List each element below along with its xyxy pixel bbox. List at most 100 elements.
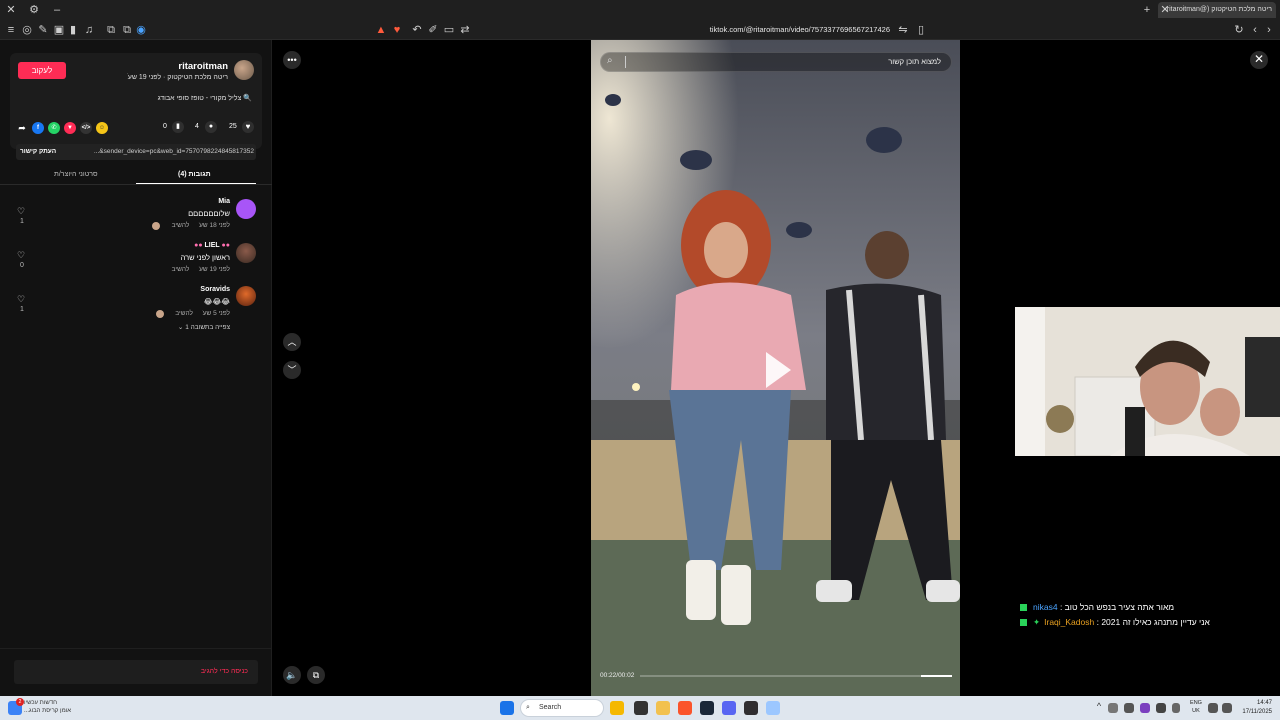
volume-icon[interactable]: [1222, 703, 1232, 713]
comment-avatar[interactable]: [236, 199, 256, 219]
comment-text: 😂😂😂: [203, 297, 230, 306]
comment-author[interactable]: Soravids: [200, 286, 230, 293]
follow-button[interactable]: לעקוב: [18, 62, 66, 79]
sidebar-icon[interactable]: ▮: [66, 23, 80, 37]
comment-item: ●● LIEL ●● ראשון לפני שרה לפני 19 שעׁ לה…: [0, 242, 272, 286]
pen-icon[interactable]: ✐: [426, 23, 440, 37]
bookmark-icon[interactable]: ▯: [914, 23, 928, 37]
forward-icon[interactable]: ›: [1262, 23, 1276, 37]
share-url-icon[interactable]: ⇋: [896, 23, 910, 37]
left-panel: לעקוב ritaroitman ריטה מלכת הטיקטוק · לפ…: [0, 40, 272, 696]
music-label[interactable]: 🔍 צליל מקורי - טופז סופי אבודג: [158, 94, 252, 102]
comment-text: שלוםםםםםם: [188, 209, 230, 218]
tray-chevron-icon[interactable]: ^: [1092, 701, 1106, 715]
comment-avatar[interactable]: [236, 243, 256, 263]
reply-link[interactable]: להשיב: [175, 310, 193, 317]
reload-icon[interactable]: ↻: [1232, 23, 1246, 37]
task-view-icon[interactable]: [634, 701, 648, 715]
comment-avatar[interactable]: [236, 286, 256, 306]
wifi-icon[interactable]: [1208, 703, 1218, 713]
tabs-icon[interactable]: ⧉: [104, 23, 118, 37]
app-icon[interactable]: [766, 701, 780, 715]
share-arrow-icon[interactable]: ➦: [16, 122, 28, 134]
location-icon[interactable]: ◎: [20, 23, 34, 37]
next-video-button[interactable]: ﹀: [283, 361, 301, 379]
language-indicator[interactable]: ENG UK: [1189, 699, 1203, 715]
clock[interactable]: 14:47 17/11/2025: [1236, 699, 1272, 717]
screen-icon[interactable]: ▭: [442, 23, 456, 37]
coin-icon[interactable]: ☺: [96, 122, 108, 134]
back-icon[interactable]: ‹: [1248, 23, 1262, 37]
whatsapp-icon[interactable]: ✆: [48, 122, 60, 134]
reply-link[interactable]: להשיב: [172, 266, 190, 273]
comment-like-icon[interactable]: ♡: [17, 250, 25, 261]
shield-icon[interactable]: ▲: [374, 23, 388, 37]
author-avatar[interactable]: [234, 60, 254, 80]
music-icon[interactable]: ♫: [82, 23, 96, 37]
chat-username[interactable]: nikas4: [1033, 602, 1058, 612]
file-explorer-icon[interactable]: [656, 701, 670, 715]
comment-login-prompt[interactable]: כניסה כדי להגיב: [201, 660, 248, 684]
previous-video-button[interactable]: ︿: [283, 333, 301, 351]
chevron-down-icon: ⌄: [177, 324, 184, 331]
address-bar[interactable]: tiktok.com/@ritaroitman/video/7573377696…: [600, 24, 890, 36]
save-icon[interactable]: ▮: [172, 121, 184, 133]
comment-icon[interactable]: ●: [205, 121, 217, 133]
facebook-icon[interactable]: f: [32, 122, 44, 134]
comment-input[interactable]: כניסה כדי להגיב: [14, 660, 258, 684]
taskbar-search[interactable]: ⌕ Search: [520, 699, 604, 717]
webcam-overlay: [1015, 307, 1280, 456]
brave-browser-icon[interactable]: [678, 701, 692, 715]
browser-toolbar: ✕ ⚙ – + ריטה מלכת הטיקטוק (@ritaroitman …: [0, 0, 1280, 40]
tray-icon[interactable]: [1140, 703, 1150, 713]
comment-like-icon[interactable]: ♡: [17, 294, 25, 305]
comment-like-icon[interactable]: ♡: [17, 206, 25, 217]
app-icon[interactable]: [610, 701, 624, 715]
audio-icon[interactable]: ◉: [134, 23, 148, 37]
translate-icon[interactable]: ⇄: [458, 23, 472, 37]
tab-comments[interactable]: תגובות (4): [178, 170, 211, 180]
minimize-icon[interactable]: –: [50, 3, 64, 17]
extension-icon[interactable]: ⧉: [120, 23, 134, 37]
news-widget[interactable]: חדשות עכשיו אומן קריסת הבוג...: [24, 699, 71, 715]
search-icon: ⌕: [607, 55, 613, 66]
copy-link-button[interactable]: העתק קישור: [20, 144, 56, 160]
discord-icon[interactable]: [722, 701, 736, 715]
tray-icon[interactable]: [1108, 703, 1118, 713]
more-options-button[interactable]: •••: [283, 51, 301, 69]
video-player[interactable]: [591, 40, 960, 696]
pin-icon[interactable]: ✎: [36, 23, 50, 37]
related-search-input[interactable]: ⌕ למצוא תוכן קשור: [600, 52, 952, 72]
undo-icon[interactable]: ↶: [410, 23, 424, 37]
author-username[interactable]: ritaroitman: [178, 61, 228, 72]
close-window-icon[interactable]: ✕: [4, 3, 18, 17]
reply-link[interactable]: להשיב: [172, 222, 190, 229]
comment-meta: לפני 5 שעׁ להשיב: [175, 310, 230, 317]
comment-author[interactable]: ●● LIEL ●●: [194, 242, 230, 249]
new-tab-icon[interactable]: +: [1140, 3, 1154, 17]
comment-author[interactable]: Mia: [218, 198, 230, 205]
window-icon[interactable]: ▣: [52, 23, 66, 37]
tray-icon[interactable]: [1156, 703, 1166, 713]
tab-creator-videos[interactable]: סרטוני היוצר/ת: [54, 170, 98, 180]
video-progress-bar[interactable]: [640, 675, 952, 677]
view-replies-link[interactable]: צפייה בתשובה 1 ⌄: [178, 323, 230, 331]
mic-icon[interactable]: [1172, 703, 1180, 713]
chat-username[interactable]: Iraqi_Kadosh: [1044, 617, 1094, 627]
close-icon[interactable]: ✕: [1250, 51, 1268, 69]
pinterest-icon[interactable]: ▼: [64, 122, 76, 134]
menu-icon[interactable]: ≡: [4, 23, 18, 37]
obs-icon[interactable]: [744, 701, 758, 715]
panel-divider: [0, 648, 272, 649]
like-icon[interactable]: ♥: [242, 121, 254, 133]
browser-tab[interactable]: ריטה מלכת הטיקטוק (@ritaroitman: [1158, 2, 1276, 18]
windows-start-icon[interactable]: [500, 701, 514, 715]
steam-icon[interactable]: [700, 701, 714, 715]
settings-icon[interactable]: ⚙: [27, 3, 41, 17]
volume-icon[interactable]: 🔈: [283, 666, 301, 684]
tab-close-icon[interactable]: ✕: [1158, 3, 1172, 17]
brave-icon[interactable]: ♥: [390, 23, 404, 37]
tray-icon[interactable]: [1124, 703, 1134, 713]
picture-in-picture-icon[interactable]: ⧉: [307, 666, 325, 684]
embed-icon[interactable]: </>: [80, 122, 92, 134]
